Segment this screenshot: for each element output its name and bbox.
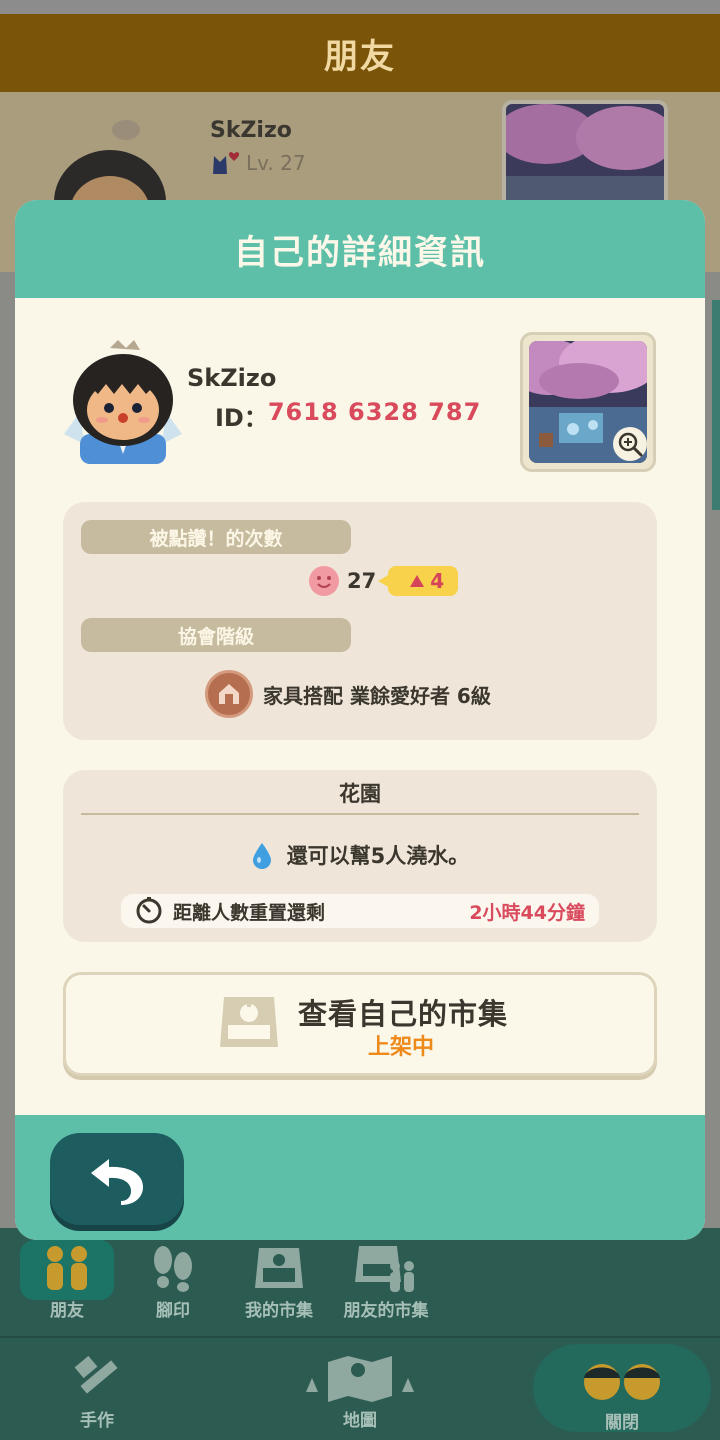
water-drop-icon	[252, 843, 271, 869]
friends-icon	[37, 1240, 97, 1296]
view-my-market-button[interactable]: 查看自己的市集 上架中	[63, 972, 657, 1076]
nav-tab-my-market[interactable]: 我的市集	[232, 1240, 326, 1321]
nav-tab-friends[interactable]: 朋友	[20, 1240, 114, 1321]
nav-label-map: 地圖	[343, 1411, 377, 1431]
island-thumbnail[interactable]	[520, 332, 656, 472]
cat-icon	[213, 152, 240, 174]
likes-row: 27 4	[309, 566, 459, 596]
likes-label: 被點讚！的次數	[81, 520, 351, 554]
garden-title: 花園	[339, 782, 381, 806]
market-button-title: 查看自己的市集	[298, 997, 509, 1031]
market-status: 上架中	[368, 1035, 435, 1060]
reset-timer-value: 2小時44分鐘	[469, 901, 585, 924]
nav-label-friends-market: 朋友的市集	[343, 1301, 429, 1321]
user-id-value: 7618 6328 787	[267, 398, 482, 426]
nav-label-footprints: 腳印	[156, 1301, 190, 1321]
scrollbar[interactable]	[712, 300, 720, 510]
zoom-in-icon[interactable]	[613, 427, 647, 461]
profile-details-modal: 自己的詳細資訊 SkZizo ID： 7618 6328 787 被點讚！的次數…	[15, 200, 705, 1240]
page-title: 朋友	[324, 36, 396, 77]
divider	[81, 813, 639, 815]
footprints-icon	[148, 1240, 198, 1296]
user-name: SkZizo	[187, 364, 277, 392]
water-remaining-text: 還可以幫5人澆水。	[286, 844, 470, 868]
friend-level: Lv. 27	[246, 151, 306, 175]
nav-tab-friends-market[interactable]: 朋友的市集	[330, 1240, 442, 1321]
hammer-icon	[71, 1350, 123, 1406]
back-arrow-icon	[91, 1159, 143, 1205]
map-icon	[298, 1350, 422, 1406]
nav-tab-map[interactable]: 地圖	[296, 1350, 424, 1431]
water-row: 還可以幫5人澆水。	[63, 840, 657, 870]
garden-panel: 花園 還可以幫5人澆水。 距離人數重置還剩 2小時44分鐘	[63, 770, 657, 942]
villagers-icon	[574, 1352, 670, 1408]
nav-label-my-market: 我的市集	[245, 1301, 313, 1321]
nav-label-craft: 手作	[80, 1411, 114, 1431]
nav-label-friends: 朋友	[50, 1301, 84, 1321]
user-id-row: ID： 7618 6328 787	[215, 398, 481, 433]
rank-value: 家具搭配 業餘愛好者 6級	[263, 683, 491, 708]
timer-icon	[136, 897, 162, 924]
up-arrow-icon	[410, 575, 425, 587]
nav-tab-footprints[interactable]: 腳印	[126, 1240, 220, 1321]
market-stall-icon	[253, 1240, 305, 1296]
user-id-label: ID：	[215, 404, 268, 432]
friend-name: SkZizo	[210, 118, 292, 143]
reset-timer-row: 距離人數重置還剩 2小時44分鐘	[121, 894, 599, 928]
status-bar	[0, 0, 720, 14]
nav-tab-craft[interactable]: 手作	[50, 1350, 144, 1431]
likes-delta-badge: 4	[378, 566, 459, 596]
rank-row: 家具搭配 業餘愛好者 6級	[205, 670, 491, 718]
market-stall-icon	[216, 991, 282, 1057]
stats-panel: 被點讚！的次數 27 4 協會階級 家具搭配 業餘愛好者 6級	[63, 502, 657, 740]
back-button[interactable]	[50, 1133, 184, 1225]
friends-market-icon	[353, 1240, 419, 1296]
rank-label: 協會階級	[81, 618, 351, 652]
avatar	[60, 338, 186, 464]
modal-header: 自己的詳細資訊	[15, 200, 705, 298]
likes-delta: 4	[430, 569, 445, 593]
modal-footer	[15, 1115, 705, 1240]
friend-level-row: Lv. 27	[210, 150, 306, 176]
smiley-icon	[309, 566, 339, 596]
modal-title: 自己的詳細資訊	[234, 232, 486, 273]
nav-label-close: 關閉	[605, 1413, 639, 1433]
nav-close-button[interactable]: 關閉	[560, 1352, 684, 1433]
likes-count: 27	[347, 569, 377, 593]
bronze-medal-icon	[205, 670, 253, 718]
page-header: 朋友	[0, 14, 720, 92]
reset-timer-label: 距離人數重置還剩	[173, 901, 326, 924]
